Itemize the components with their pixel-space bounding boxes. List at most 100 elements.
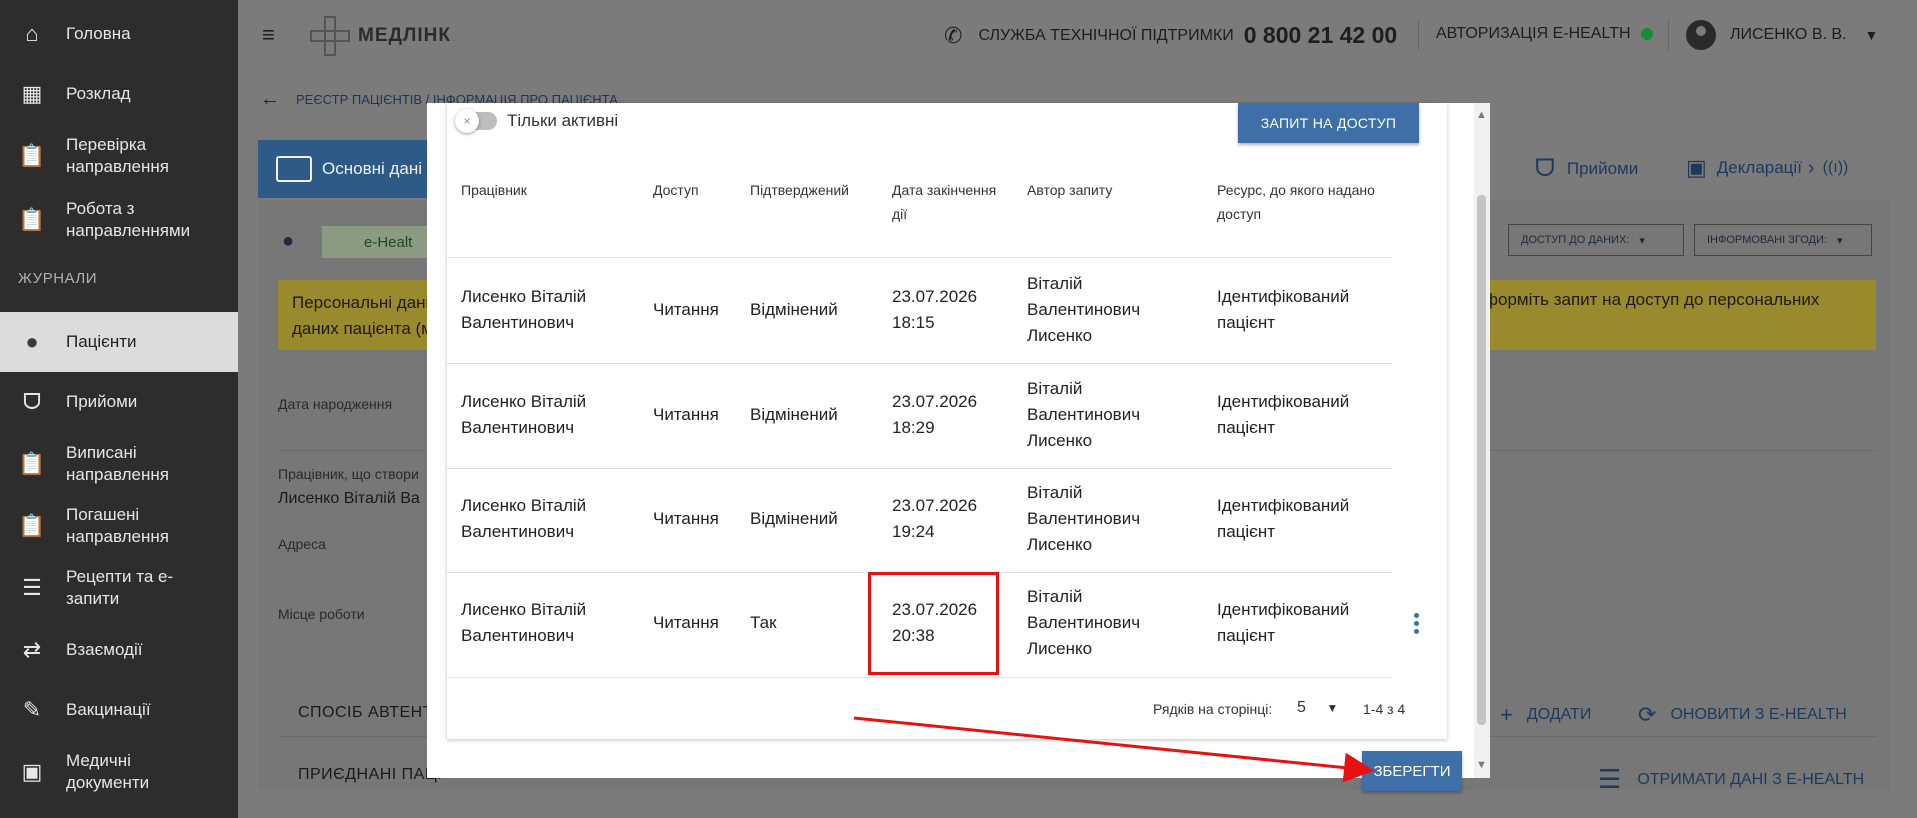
sidebar-item-label: Рецепти та е-запити — [66, 567, 174, 608]
avatar — [1686, 20, 1716, 50]
add-button[interactable]: + ДОДАТИ — [1500, 702, 1591, 728]
value-creator: Лисенко Віталій Ва — [278, 490, 420, 507]
cell-access: Читання — [653, 405, 719, 424]
toggle-off-icon: × — [455, 109, 479, 133]
scroll-down-icon[interactable]: ▼ — [1476, 759, 1487, 771]
label-creator: Працівник, що створи — [278, 466, 419, 482]
ehealth-label: АВТОРИЗАЦІЯ E-HEALTH — [1436, 25, 1631, 42]
swap-icon: ⇄ — [22, 637, 42, 662]
list-icon: ☰ — [22, 575, 42, 600]
action-label: ДОДАТИ — [1526, 706, 1592, 723]
row-divider — [447, 363, 1392, 364]
tab-label: Прийоми — [1566, 159, 1639, 178]
sidebar-item-schedule[interactable]: ▦ Розклад — [0, 74, 238, 114]
tab-visits[interactable]: ᗜ Прийоми — [1535, 155, 1638, 183]
sidebar-item-label: Робота з направленнями — [66, 199, 191, 240]
dropdown-data-access[interactable]: ДОСТУП ДО ДАНИХ: ▾ — [1508, 224, 1684, 256]
user-menu[interactable]: ЛИСЕНКО В. В. ▼ — [1686, 20, 1878, 50]
rows-per-page-select[interactable]: 5 ▼ — [1297, 699, 1338, 717]
sidebar-item-label: Перевірка направлення — [66, 135, 169, 176]
support-label: СЛУЖБА ТЕХНІЧНОЇ ПІДТРИМКИ — [978, 26, 1234, 44]
sidebar-item-home[interactable]: ⌂ Головна — [0, 14, 238, 54]
cell-confirmed: Відмінений — [750, 405, 838, 424]
tab-label: Основні дані — [322, 159, 423, 178]
scroll-thumb[interactable] — [1477, 195, 1486, 725]
dropdown-label: ДОСТУП ДО ДАНИХ: — [1521, 234, 1630, 246]
column-header: Дата закінчення дії — [892, 182, 997, 222]
monitor-plus-icon: ▣ — [1686, 155, 1707, 180]
tab-main-data[interactable]: Основні дані — [258, 140, 428, 198]
menu-lines-icon: ☰ — [1598, 764, 1622, 794]
sidebar-item-vaccinations[interactable]: ✎ Вакцинації — [0, 690, 238, 730]
column-header: Доступ — [653, 182, 699, 198]
tab-declarations[interactable]: ▣ Декларації › ((ı)) — [1686, 155, 1848, 181]
sidebar-item-label: Прийоми — [66, 392, 138, 411]
toggle-track[interactable]: × — [455, 109, 497, 133]
cell-resource: Ідентифікований пацієнт — [1217, 496, 1350, 541]
sidebar-item-referral-check[interactable]: 📋 Перевірка направлення — [0, 132, 238, 180]
row-actions-kebab-icon[interactable] — [1414, 613, 1420, 637]
sidebar-item-interactions[interactable]: ⇄ Взаємодії — [0, 630, 238, 670]
cell-date: 23.07.2026 — [892, 392, 978, 411]
clipboard-icon: 📋 — [18, 207, 46, 232]
logo-cross-icon — [308, 14, 352, 58]
scroll-up-icon[interactable]: ▲ — [1476, 109, 1487, 121]
cell-worker: Лисенко Віталій Валентинович — [461, 496, 587, 541]
person-icon: ● — [25, 329, 39, 354]
chevron-down-icon: ▼ — [1864, 27, 1879, 43]
sidebar-item-issued-referrals[interactable]: 📋 Виписані направлення — [0, 440, 238, 488]
sidebar-item-label: Погашені направлення — [66, 505, 169, 546]
dropdown-consents[interactable]: ІНФОРМОВАНІ ЗГОДИ: ▾ — [1694, 224, 1872, 256]
cell-worker: Лисенко Віталій Валентинович — [461, 287, 587, 332]
sidebar-item-label: Медичні документи — [66, 751, 150, 792]
get-ehealth-data-button[interactable]: ☰ ОТРИМАТИ ДАНІ З E-HEALTH — [1598, 764, 1864, 795]
menu-collapse-icon[interactable]: ≡ — [262, 22, 275, 48]
cell-resource: Ідентифікований пацієнт — [1217, 600, 1350, 645]
modal-scrollbar[interactable]: ▲ ▼ — [1474, 103, 1490, 778]
document-plus-icon: ▣ — [21, 759, 43, 784]
sidebar-item-prescriptions[interactable]: ☰ Рецепти та е-запити — [0, 564, 238, 612]
support-info: ✆ СЛУЖБА ТЕХНІЧНОЇ ПІДТРИМКИ 0 800 21 42… — [944, 22, 1397, 49]
sidebar-item-visits[interactable]: ᗜ Прийоми — [0, 382, 238, 422]
refresh-ehealth-button[interactable]: ⟳ ОНОВИТИ З E-HEALTH — [1638, 702, 1847, 728]
sidebar-item-referral-work[interactable]: 📋 Робота з направленнями — [0, 196, 238, 244]
caret-down-icon: ▼ — [1326, 701, 1339, 715]
section-linked-patients[interactable]: ПРИЄДНАНІ ПАЦІ — [298, 766, 442, 784]
sidebar-item-closed-referrals[interactable]: 📋 Погашені направлення — [0, 502, 238, 550]
phone-icon: ✆ — [944, 22, 963, 48]
caret-down-icon: ▾ — [1639, 234, 1645, 247]
divider — [1668, 20, 1669, 50]
cell-time: 19:24 — [892, 522, 935, 541]
dropdown-label: ІНФОРМОВАНІ ЗГОДИ: — [1707, 234, 1827, 246]
label-workplace: Місце роботи — [278, 606, 365, 622]
section-auth-method[interactable]: СПОСІБ АВТЕНТИ — [298, 704, 445, 722]
rows-per-page-label: Рядків на сторінці: — [1153, 701, 1273, 717]
chevron-right-icon[interactable]: › — [1808, 157, 1815, 180]
cell-date: 23.07.2026 — [892, 496, 978, 515]
calendar-icon: ▦ — [21, 81, 43, 106]
cell-access: Читання — [653, 509, 719, 528]
back-arrow-icon[interactable]: ← — [260, 88, 280, 111]
action-label: ОТРИМАТИ ДАНІ З E-HEALTH — [1637, 770, 1865, 788]
row-divider — [447, 677, 1392, 678]
sidebar-item-label: Головна — [66, 24, 131, 43]
cell-time: 18:29 — [892, 418, 935, 437]
rows-per-page-value: 5 — [1297, 699, 1306, 716]
label-birth-date: Дата народження — [278, 396, 393, 412]
ehealth-chip: e-Healt — [322, 226, 432, 258]
save-button[interactable]: ЗБЕРЕГТИ — [1362, 751, 1462, 791]
column-header: Ресурс, до якого надано доступ — [1217, 182, 1375, 222]
toggle-label: Тільки активні — [507, 111, 619, 130]
clipboard-icon: 📋 — [18, 513, 46, 538]
sidebar: ⌂ Головна ▦ Розклад 📋 Перевірка направле… — [0, 0, 238, 818]
ehealth-auth[interactable]: АВТОРИЗАЦІЯ E-HEALTH — [1436, 25, 1653, 43]
sidebar-item-medical-docs[interactable]: ▣ Медичні документи — [0, 748, 238, 796]
sidebar-item-patients[interactable]: ● Пацієнти — [0, 312, 238, 372]
warning-text-right: форміть запит на доступ до персональних — [1484, 290, 1820, 309]
tab-label: Декларації — [1716, 158, 1802, 177]
sidebar-section-label: ЖУРНАЛИ — [18, 270, 98, 287]
cell-resource: Ідентифікований пацієнт — [1217, 287, 1350, 332]
request-access-button[interactable]: ЗАПИТ НА ДОСТУП — [1238, 103, 1419, 143]
sidebar-item-label: Пацієнти — [66, 332, 137, 351]
active-only-toggle[interactable]: × Тільки активні — [455, 109, 619, 133]
